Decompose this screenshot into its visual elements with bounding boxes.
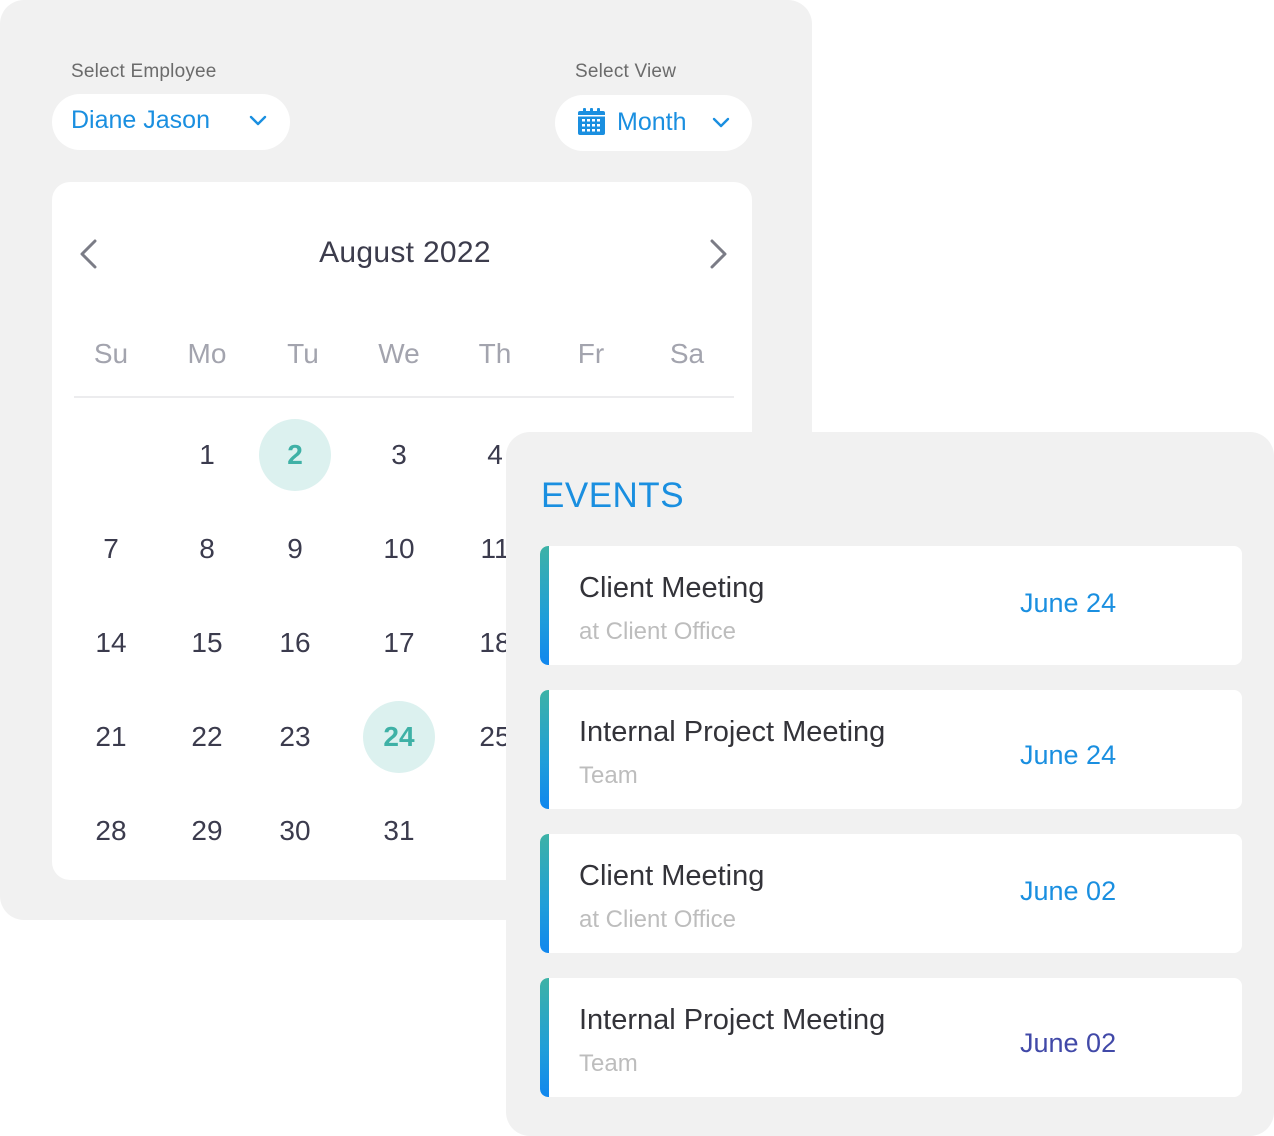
weekday-divider: [74, 396, 734, 398]
calendar-day[interactable]: 24: [363, 701, 435, 773]
calendar-day[interactable]: 8: [171, 513, 243, 585]
calendar-day[interactable]: 15: [171, 607, 243, 679]
chevron-down-icon[interactable]: [711, 115, 731, 131]
event-title: Internal Project Meeting: [579, 716, 886, 748]
employee-dropdown-value: Diane Jason: [71, 106, 210, 134]
event-location: Team: [579, 1050, 638, 1077]
event-accent-bar: [540, 546, 549, 665]
view-dropdown-value: Month: [617, 108, 687, 136]
event-location: Team: [579, 762, 638, 789]
select-view-label: Select View: [575, 61, 677, 82]
calendar-day[interactable]: 3: [363, 419, 435, 491]
event-accent-bar: [540, 834, 549, 953]
calendar-day[interactable]: 23: [259, 701, 331, 773]
month-title: August 2022: [319, 236, 491, 269]
event-location: at Client Office: [579, 618, 736, 645]
event-date: June 02: [1020, 1028, 1117, 1058]
event-accent-bar: [540, 978, 549, 1097]
event-title: Client Meeting: [579, 572, 765, 604]
calendar-day[interactable]: 28: [75, 795, 147, 867]
select-employee-label: Select Employee: [71, 61, 217, 82]
calendar-day[interactable]: 22: [171, 701, 243, 773]
calendar-day[interactable]: 17: [363, 607, 435, 679]
event-date: June 24: [1020, 588, 1117, 618]
weekday-header: Tu: [287, 338, 319, 369]
calendar-day[interactable]: 1: [171, 419, 243, 491]
calendar-day[interactable]: 10: [363, 513, 435, 585]
weekday-header: Fr: [577, 338, 605, 369]
calendar-day[interactable]: 2: [259, 419, 331, 491]
weekday-header: Su: [93, 338, 129, 369]
event-date: June 24: [1020, 740, 1117, 770]
event-accent-bar: [540, 690, 549, 809]
calendar-day[interactable]: 21: [75, 701, 147, 773]
event-date: June 02: [1020, 876, 1117, 906]
calendar-day[interactable]: 7: [75, 513, 147, 585]
weekday-header: We: [378, 338, 420, 369]
chevron-down-icon[interactable]: [248, 113, 268, 129]
event-location: at Client Office: [579, 906, 736, 933]
calendar-day[interactable]: 30: [259, 795, 331, 867]
event-title: Client Meeting: [579, 860, 765, 892]
calendar-day[interactable]: 16: [259, 607, 331, 679]
weekday-header: Mo: [187, 338, 227, 369]
weekday-header: Th: [478, 338, 512, 369]
calendar-icon: [578, 108, 605, 135]
event-title: Internal Project Meeting: [579, 1004, 886, 1036]
event-card[interactable]: Internal Project Meeting Team June 02: [540, 978, 1242, 1097]
weekday-header: Sa: [669, 338, 705, 369]
event-card[interactable]: Client Meeting at Client Office June 02: [540, 834, 1242, 953]
calendar-day[interactable]: 31: [363, 795, 435, 867]
event-card[interactable]: Client Meeting at Client Office June 24: [540, 546, 1242, 665]
events-title: EVENTS: [541, 476, 685, 515]
calendar-day[interactable]: 14: [75, 607, 147, 679]
event-card[interactable]: Internal Project Meeting Team June 24: [540, 690, 1242, 809]
chevron-right-icon[interactable]: [702, 236, 732, 272]
calendar-day[interactable]: 9: [259, 513, 331, 585]
calendar-day[interactable]: 29: [171, 795, 243, 867]
